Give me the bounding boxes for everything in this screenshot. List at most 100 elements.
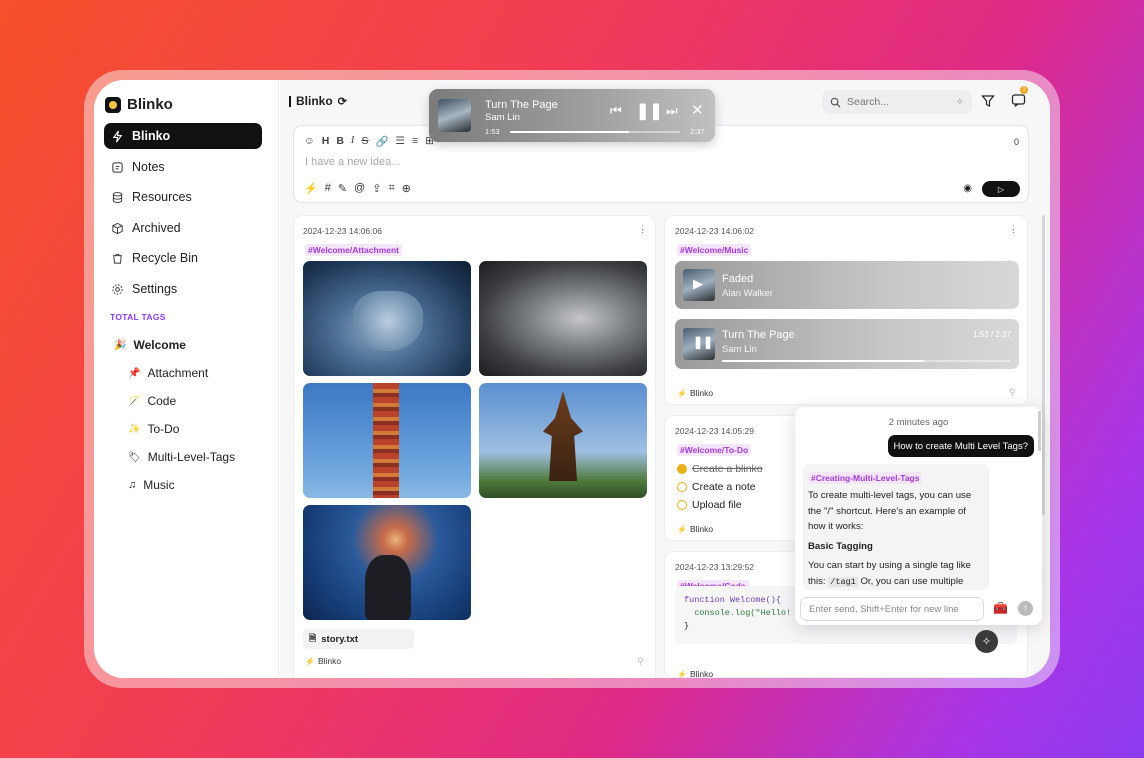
next-icon[interactable]: ⏭ <box>666 103 678 119</box>
footer-label: Blinko <box>689 669 714 678</box>
image-pagoda[interactable] <box>479 383 647 498</box>
more-options-icon[interactable]: ⋮ <box>1009 224 1018 235</box>
previous-icon[interactable]: ⏮ <box>610 103 622 119</box>
sidebar-item-archived[interactable]: Archived <box>104 215 262 241</box>
todo-label: Create a blinko <box>692 463 763 475</box>
sidebar-item-resources[interactable]: Resources <box>104 184 262 210</box>
image-tower[interactable] <box>303 383 471 498</box>
page-title-text: Blinko <box>296 94 333 108</box>
close-icon[interactable]: ✕ <box>691 101 704 119</box>
note-card-music[interactable]: 2024-12-23 14:06:02 ⋮ #Welcome/Music ▶ F… <box>664 215 1028 405</box>
tag-todo[interactable]: ✨ To-Do <box>128 422 179 436</box>
upload-icon[interactable]: ⇪ <box>372 182 381 195</box>
bolt-icon[interactable]: ⚡ <box>304 182 318 195</box>
person-silhouette <box>365 555 411 620</box>
bullet-list-icon[interactable]: ☰ <box>396 135 405 148</box>
pause-icon[interactable]: ❚❚ <box>636 101 663 121</box>
checkbox[interactable] <box>677 482 687 492</box>
sidebar-item-label: Recycle Bin <box>132 251 198 265</box>
filter-icon[interactable] <box>981 94 995 108</box>
todo-item[interactable]: Upload file <box>677 499 742 511</box>
image-engine[interactable] <box>479 261 647 376</box>
toolbox-icon[interactable]: 🧰 <box>993 601 1008 615</box>
tag-code[interactable]: 🪄 Code <box>128 394 176 408</box>
todo-item[interactable]: Create a blinko <box>677 463 763 475</box>
feather-icon[interactable]: ✎ <box>338 182 347 195</box>
album-art <box>438 99 471 132</box>
todo-label: Create a note <box>692 481 756 493</box>
player-progress-fill <box>510 131 629 133</box>
chat-scrollbar[interactable] <box>1038 411 1041 451</box>
album-art: ▶ <box>683 269 715 301</box>
search-box[interactable]: Search... ✧ <box>822 90 972 114</box>
answer-paragraph: To create multi-level tags, you can use … <box>808 490 972 532</box>
more-options-icon[interactable]: ⋮ <box>638 224 647 235</box>
gear-icon <box>112 283 123 295</box>
sidebar-item-notes[interactable]: Notes <box>104 154 262 180</box>
image-fireworks[interactable] <box>303 505 471 620</box>
note-footer: ⚡ Blinko <box>677 669 713 678</box>
scrollbar[interactable] <box>1042 215 1045 515</box>
image-hands-in-water[interactable] <box>303 261 471 376</box>
ordered-list-icon[interactable]: ≡ <box>412 135 418 148</box>
link-icon[interactable]: 🔗 <box>375 135 388 148</box>
send-button[interactable]: ▷ <box>982 181 1020 197</box>
note-date: 2024-12-23 14:05:29 <box>675 426 754 436</box>
file-attachment[interactable]: 🗎 story.txt <box>303 629 414 649</box>
emoji-icon[interactable]: ☺ <box>304 135 315 148</box>
track-time: 1:53 / 2:37 <box>973 330 1011 339</box>
italic-icon[interactable]: I <box>351 135 355 148</box>
pause-icon[interactable]: ❚❚ <box>693 335 713 349</box>
checkbox[interactable] <box>677 500 687 510</box>
tag-welcome[interactable]: 🎉 Welcome <box>114 338 186 352</box>
note-tag[interactable]: #Welcome/Music <box>677 244 752 256</box>
bolt-icon: ⚡ <box>677 524 687 534</box>
bolt-icon: ⚡ <box>677 669 687 679</box>
scan-icon[interactable]: ⌗ <box>388 182 394 195</box>
tag-music[interactable]: ♫ Music <box>128 478 175 492</box>
sparkles-icon: ✨ <box>128 423 141 435</box>
note-card-attachment[interactable]: 2024-12-23 14:06:06 ⋮ #Welcome/Attachmen… <box>293 215 656 678</box>
checkbox-checked[interactable] <box>677 464 687 474</box>
hashtag-icon[interactable]: # <box>325 182 331 195</box>
sidebar-item-recycle-bin[interactable]: Recycle Bin <box>104 245 262 271</box>
tag-multi-level-tags[interactable]: 🏷 Multi-Level-Tags <box>128 450 235 464</box>
answer-tag[interactable]: #Creating-Multi-Level-Tags <box>808 472 923 484</box>
sidebar-item-blinko[interactable]: Blinko <box>104 123 262 149</box>
pin-icon[interactable]: ⚲ <box>1009 387 1016 398</box>
send-arrow-button[interactable]: ↑ <box>1018 601 1033 616</box>
note-tag[interactable]: #Welcome/Attachment <box>305 244 403 256</box>
at-icon[interactable]: @ <box>354 182 365 195</box>
refresh-icon[interactable]: ⟳ <box>338 95 347 108</box>
sidebar-item-settings[interactable]: Settings <box>104 276 262 302</box>
play-icon[interactable]: ▶ <box>693 276 703 292</box>
tag-label: Attachment <box>147 366 209 380</box>
strikethrough-icon[interactable]: S <box>361 135 368 148</box>
pin-icon[interactable]: ⚲ <box>637 656 644 667</box>
music-player-popup[interactable]: Turn The Page Sam Lin 1:53 2:37 ⏮ ❚❚ ⏭ ✕ <box>429 89 715 142</box>
brand[interactable]: Blinko <box>105 96 173 113</box>
ai-sparkle-icon[interactable]: ✧ <box>956 97 964 108</box>
music-track-turn-the-page[interactable]: ❚❚ Turn The Page Sam Lin 1:53 / 2:37 <box>675 319 1019 369</box>
todo-item[interactable]: Create a note <box>677 481 756 493</box>
album-art: ❚❚ <box>683 328 715 360</box>
note-date: 2024-12-23 13:29:52 <box>675 562 754 572</box>
notification-badge: 1 <box>1020 86 1028 94</box>
notifications-button[interactable]: 1 <box>1011 86 1028 109</box>
search-input[interactable]: Search... <box>847 96 889 108</box>
player-progress[interactable] <box>510 131 680 133</box>
track-progress[interactable] <box>722 360 1010 362</box>
tag-attachment[interactable]: 📌 Attachment <box>128 366 208 380</box>
ai-assistant-button[interactable]: ✧ <box>975 630 998 653</box>
globe-icon[interactable]: ⊕ <box>402 182 411 195</box>
note-date: 2024-12-23 14:06:02 <box>675 226 754 236</box>
chat-input[interactable]: Enter send, Shift+Enter for new line <box>800 597 984 621</box>
player-title: Turn The Page <box>485 99 558 111</box>
bold-icon[interactable]: B <box>336 135 344 148</box>
preview-eye-icon[interactable]: ◉ <box>963 183 972 194</box>
heading-icon[interactable]: H <box>322 135 330 148</box>
sidebar: Blinko Blinko Notes Resources Archived R… <box>94 80 279 678</box>
editor-input[interactable]: I have a new idea... <box>305 156 400 168</box>
note-tag[interactable]: #Welcome/To-Do <box>677 444 752 456</box>
music-track-faded[interactable]: ▶ Faded Alan Walker <box>675 261 1019 309</box>
